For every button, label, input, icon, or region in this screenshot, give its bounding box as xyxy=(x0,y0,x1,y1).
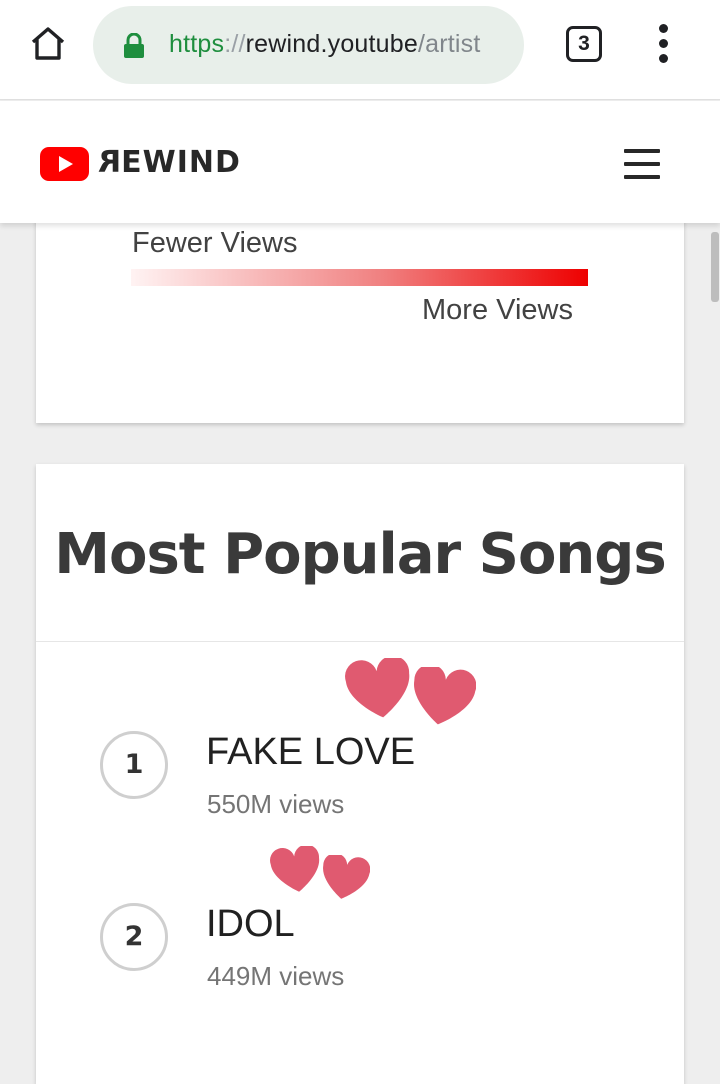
hamburger-menu-icon[interactable] xyxy=(622,149,662,181)
brand-logo[interactable]: REWIND xyxy=(97,145,241,180)
url-text: https://rewind.youtube/artist xyxy=(169,30,481,58)
more-views-label: More Views xyxy=(422,294,573,326)
site-header: REWIND xyxy=(0,101,720,223)
tab-switcher-button[interactable]: 3 xyxy=(566,26,602,62)
lock-icon xyxy=(124,33,144,58)
divider xyxy=(36,641,684,642)
popular-songs-card: Most Popular Songs 1 FAKE LOVE 550M view… xyxy=(36,464,684,1084)
song-title[interactable]: FAKE LOVE xyxy=(206,731,415,774)
song-title[interactable]: IDOL xyxy=(206,903,295,946)
youtube-play-icon[interactable] xyxy=(40,147,89,181)
heart-icon xyxy=(345,658,410,718)
address-bar[interactable]: https://rewind.youtube/artist xyxy=(93,6,524,84)
heart-icon xyxy=(270,846,320,892)
home-button[interactable] xyxy=(28,24,68,64)
song-views: 550M views xyxy=(207,789,345,819)
rank-badge: 1 xyxy=(100,731,168,799)
home-icon xyxy=(31,27,65,60)
rank-badge: 2 xyxy=(100,903,168,971)
heart-icon xyxy=(323,855,370,899)
fewer-views-label: Fewer Views xyxy=(132,227,298,259)
song-views: 449M views xyxy=(207,961,345,991)
views-gradient-bar xyxy=(131,269,588,286)
scrollbar-thumb[interactable] xyxy=(711,232,719,302)
section-title: Most Popular Songs xyxy=(54,522,666,587)
browser-toolbar: https://rewind.youtube/artist 3 xyxy=(0,0,720,100)
heart-icon xyxy=(414,667,476,725)
more-vert-icon[interactable] xyxy=(652,24,676,64)
